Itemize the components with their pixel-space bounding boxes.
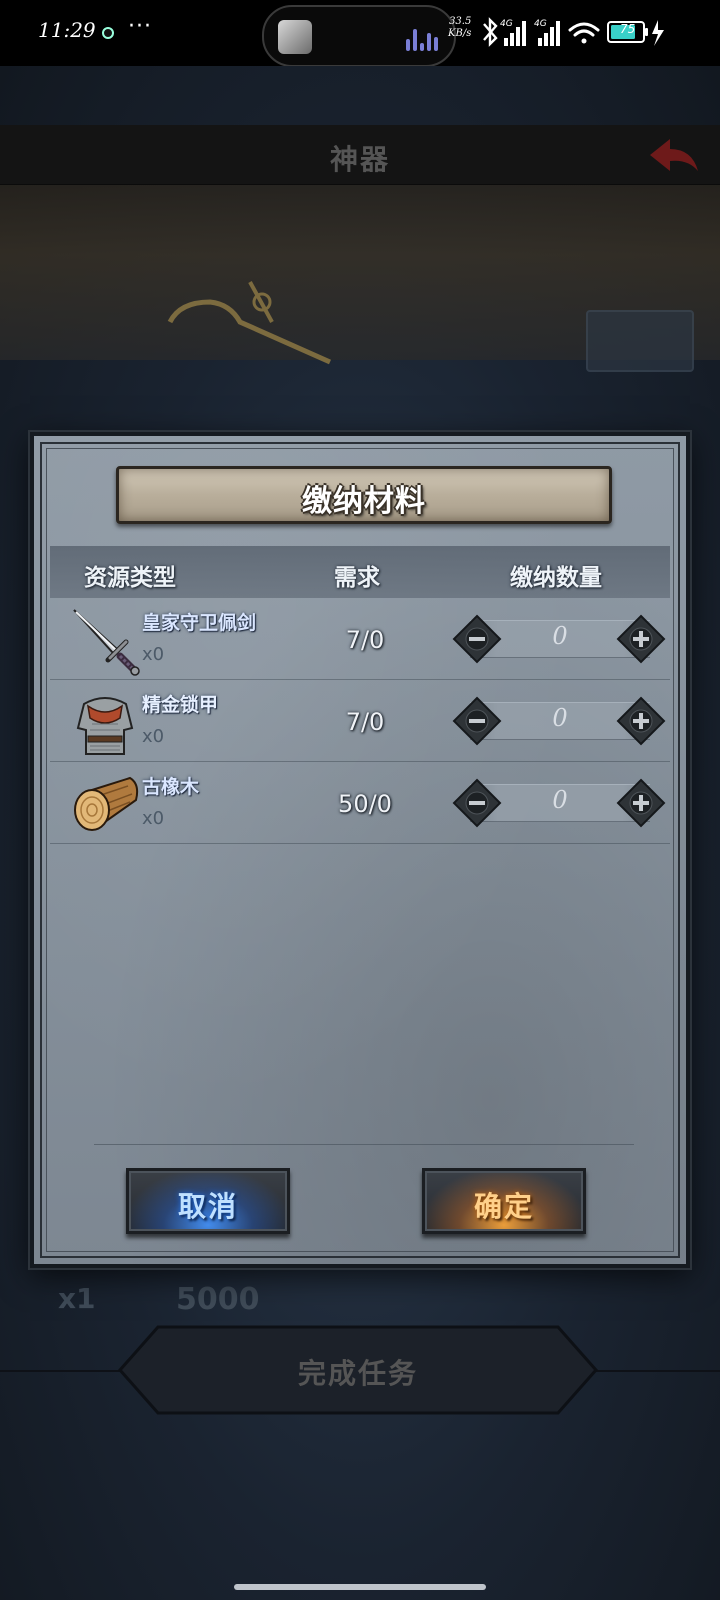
minus-icon	[469, 637, 485, 641]
confirm-button-label: 确定	[473, 1190, 534, 1223]
material-requirement: 50/0	[338, 790, 392, 818]
increase-button[interactable]	[616, 614, 666, 664]
material-requirement: 7/0	[345, 708, 385, 736]
oak-log-icon	[74, 776, 139, 831]
minus-icon	[469, 801, 485, 805]
sword-icon	[73, 609, 140, 676]
material-name: 皇家守卫佩剑	[142, 612, 257, 634]
svg-text:4G: 4G	[500, 19, 513, 29]
audio-wave-icon	[406, 29, 440, 51]
network-speed: 33.5 KB/s	[448, 16, 472, 39]
material-requirement: 7/0	[345, 626, 385, 654]
material-row: 皇家守卫佩剑 x0 7/0 0	[50, 598, 670, 680]
notification-dot-icon	[102, 27, 114, 39]
background-card	[586, 310, 694, 372]
chainmail-armor-icon	[76, 697, 134, 755]
quantity-value[interactable]: 0	[490, 622, 630, 650]
quantity-value[interactable]: 0	[490, 704, 630, 732]
decrease-button[interactable]	[452, 614, 502, 664]
battery-percent: 75	[620, 22, 636, 36]
quantity-value[interactable]: 0	[490, 786, 630, 814]
material-owned-count: x0	[142, 726, 165, 747]
material-row: 古橡木 x0 50/0 0	[50, 762, 670, 844]
bluetooth-icon	[483, 17, 498, 47]
wifi-icon	[568, 22, 600, 44]
artifact-sword-icon	[167, 281, 332, 365]
material-owned-count: x0	[142, 644, 165, 665]
material-row: 精金锁甲 x0 7/0 0	[50, 680, 670, 762]
cancel-button-label: 取消	[177, 1190, 238, 1223]
material-owned-count: x0	[142, 808, 165, 829]
signal-icon-2: 4G	[534, 19, 560, 46]
confirm-button[interactable]: 确定	[422, 1168, 586, 1234]
battery-icon	[607, 20, 664, 46]
background-title: 神器	[329, 143, 390, 176]
column-header-resource-type: 资源类型	[84, 565, 176, 591]
home-indicator[interactable]	[234, 1584, 486, 1590]
decrease-button[interactable]	[452, 696, 502, 746]
complete-task-button[interactable]: 完成任务	[118, 1352, 598, 1392]
increase-button[interactable]	[616, 778, 666, 828]
column-header-quantity: 缴纳数量	[510, 565, 602, 591]
status-bar: 11:29 ··· 33.5 KB/s 4G 4G 75	[0, 0, 720, 67]
dynamic-island[interactable]	[262, 5, 456, 67]
column-header-requirement: 需求	[334, 565, 380, 591]
minus-icon	[469, 719, 485, 723]
dialog-footer-divider	[94, 1144, 634, 1145]
material-name: 精金锁甲	[142, 694, 219, 716]
back-arrow-icon[interactable]	[646, 133, 702, 177]
increase-button[interactable]	[616, 696, 666, 746]
media-thumbnail	[278, 20, 312, 54]
decrease-button[interactable]	[452, 778, 502, 828]
reward-value: 5000	[176, 1282, 260, 1317]
status-icons: 4G 4G	[483, 17, 664, 47]
status-time: 11:29	[38, 18, 96, 42]
signal-icon: 4G	[500, 19, 526, 46]
cancel-button[interactable]: 取消	[126, 1168, 290, 1234]
submit-materials-dialog: 缴纳材料 资源类型 需求 缴纳数量 皇家守卫佩剑 x0 7/0 0 精金锁甲 x…	[30, 432, 690, 1268]
dialog-title: 缴纳材料	[302, 484, 426, 519]
material-name: 古橡木	[142, 776, 200, 798]
svg-text:4G: 4G	[534, 19, 547, 29]
reward-quantity: x1	[58, 1282, 96, 1315]
more-notifications-icon: ···	[128, 14, 152, 39]
